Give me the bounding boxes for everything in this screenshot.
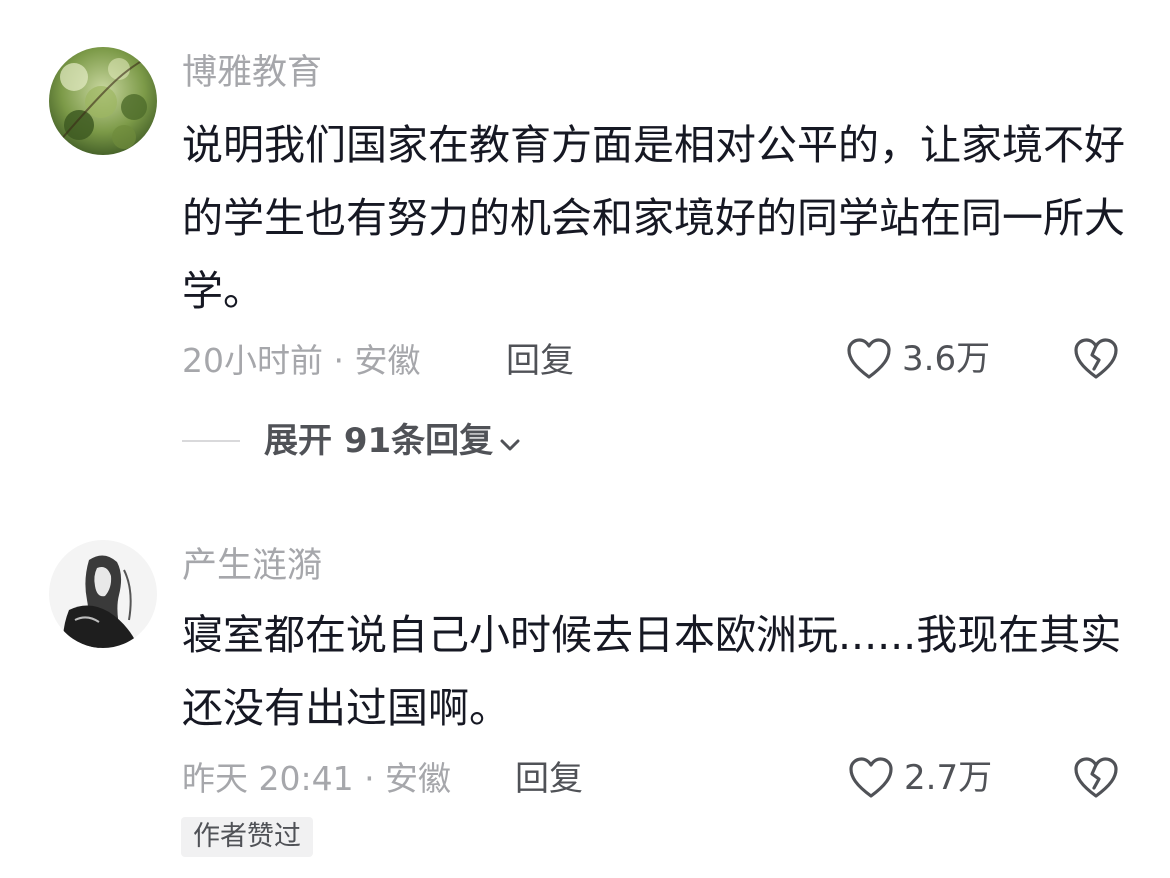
dislike-button[interactable] [1072,756,1120,800]
heart-outline-icon [848,756,894,800]
username[interactable]: 博雅教育 [182,51,322,95]
comment-text: 寝室都在说自己小时候去日本欧洲玩......我现在其实还没有出过国啊。 [182,611,1122,732]
comment-meta: 昨天 20:41 · 安徽 [182,759,452,798]
expand-replies-label: 展开 91条回复 [264,421,494,461]
like-button[interactable]: 2.7万 [848,756,992,800]
broken-heart-icon [1072,756,1120,800]
chevron-down-icon [493,419,521,463]
username[interactable]: 产生涟漪 [182,544,322,588]
comment-meta: 20小时前 · 安徽 [182,341,421,380]
avatar[interactable] [49,540,157,648]
like-count: 3.6万 [902,339,991,379]
broken-heart-icon [1072,337,1120,381]
dislike-button[interactable] [1072,337,1120,381]
reply-button[interactable]: 回复 [506,339,574,383]
heart-outline-icon [846,337,892,381]
avatar[interactable] [49,47,157,155]
comment-text: 说明我们国家在教育方面是相对公平的，让家境不好的学生也有努力的机会和家境好的同学… [182,121,1125,315]
like-button[interactable]: 3.6万 [846,337,990,381]
expand-replies-row: 展开 91条回复 [182,419,521,463]
reply-button[interactable]: 回复 [515,757,583,801]
expand-replies-button[interactable]: 展开 91条回复 [264,419,521,463]
divider [182,440,240,442]
author-liked-badge: 作者赞过 [181,817,313,857]
like-count: 2.7万 [904,758,993,798]
